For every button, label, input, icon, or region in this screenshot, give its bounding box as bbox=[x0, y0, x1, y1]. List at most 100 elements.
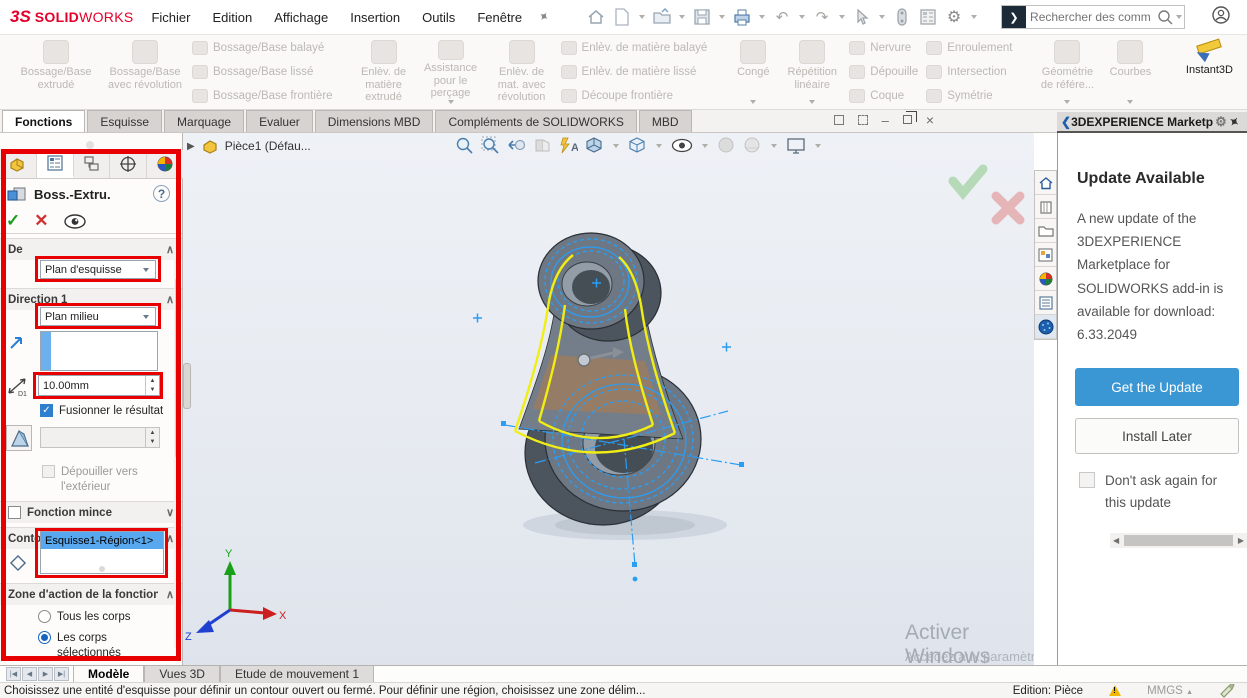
reverse-direction-icon[interactable] bbox=[8, 333, 26, 351]
undo-caret[interactable] bbox=[799, 15, 805, 19]
intersect-button[interactable]: Intersection bbox=[926, 65, 1012, 79]
select-caret[interactable] bbox=[879, 15, 885, 19]
menu-fenetre[interactable]: Fenêtre bbox=[477, 10, 522, 25]
scope-all-bodies-radio[interactable] bbox=[38, 610, 51, 623]
hscroll-right-arrow[interactable]: ▶ bbox=[1235, 536, 1247, 545]
wrap-button[interactable]: Enroulement bbox=[926, 41, 1012, 55]
thin-feature-chevron[interactable]: ∨ bbox=[166, 506, 174, 519]
curves-button[interactable]: Courbes bbox=[1102, 37, 1158, 107]
doc-close-icon[interactable]: × bbox=[926, 112, 934, 128]
tab-esquisse[interactable]: Esquisse bbox=[87, 110, 162, 132]
settings-caret[interactable] bbox=[971, 15, 977, 19]
depth-spinner[interactable]: ▲▼ bbox=[145, 376, 159, 395]
tags-pen-icon[interactable] bbox=[1219, 684, 1235, 698]
menu-edition[interactable]: Edition bbox=[212, 10, 252, 25]
tab-nav-last[interactable]: ▶| bbox=[54, 667, 69, 681]
rib-button[interactable]: Nervure bbox=[849, 41, 918, 55]
task-pane-header[interactable]: ❮ 3DEXPERIENCE Marketp ⚙ ✦ bbox=[1057, 112, 1247, 133]
depth-spin-down[interactable]: ▼ bbox=[146, 386, 159, 396]
pm-cancel-button[interactable]: ✕ bbox=[34, 211, 48, 231]
instant3d-button[interactable]: Instant3D bbox=[1174, 37, 1244, 107]
hole-wizard-caret[interactable] bbox=[448, 100, 454, 104]
section-thin-feature-header[interactable]: Fonction mince ∨ bbox=[0, 501, 182, 523]
linear-pattern-caret[interactable] bbox=[809, 100, 815, 104]
tab-nav-next[interactable]: ▶ bbox=[38, 667, 53, 681]
tab-complements[interactable]: Compléments de SOLIDWORKS bbox=[435, 110, 636, 132]
tab-nav-prev[interactable]: ◀ bbox=[22, 667, 37, 681]
boss-sweep-button[interactable]: Bossage/Base balayé bbox=[192, 41, 333, 55]
draft-button[interactable]: Dépouille bbox=[849, 65, 918, 79]
appearances-tab-icon[interactable] bbox=[1035, 267, 1056, 291]
new-document-caret[interactable] bbox=[639, 15, 645, 19]
magnetic-lines-icon[interactable] bbox=[891, 6, 913, 28]
tab-fonctions[interactable]: Fonctions bbox=[2, 110, 85, 132]
shell-button[interactable]: Coque bbox=[849, 89, 918, 103]
undo-icon[interactable]: ↶ bbox=[771, 6, 793, 28]
doc-restore-icon[interactable] bbox=[834, 115, 844, 125]
merge-result-checkbox[interactable]: ✓ bbox=[40, 404, 53, 417]
thin-feature-checkbox[interactable] bbox=[8, 506, 21, 519]
print-caret[interactable] bbox=[759, 15, 765, 19]
redo-caret[interactable] bbox=[839, 15, 845, 19]
select-cursor-icon[interactable] bbox=[851, 6, 873, 28]
tab-modele[interactable]: Modèle bbox=[73, 666, 144, 682]
linear-pattern-button[interactable]: Répétition linéaire bbox=[779, 37, 845, 107]
new-document-icon[interactable] bbox=[611, 6, 633, 28]
install-later-button[interactable]: Install Later bbox=[1075, 418, 1239, 454]
save-caret[interactable] bbox=[719, 15, 725, 19]
print-icon[interactable] bbox=[731, 6, 753, 28]
section-from-header[interactable]: De ∧ bbox=[0, 238, 182, 260]
boss-revolve-button[interactable]: Bossage/Base avec révolution bbox=[102, 37, 188, 107]
search-input[interactable] bbox=[1026, 10, 1156, 24]
task-pane-pin-icon[interactable]: ✦ bbox=[1226, 113, 1242, 130]
tab-configuration-manager[interactable] bbox=[74, 150, 111, 178]
doc-minimize-icon[interactable]: – bbox=[882, 113, 889, 128]
cut-sweep-button[interactable]: Enlèv. de matière balayé bbox=[561, 41, 708, 55]
boss-extrude-button[interactable]: Bossage/Base extrudé bbox=[10, 37, 102, 107]
scope-selected-bodies-radio[interactable] bbox=[38, 631, 51, 644]
menu-fichier[interactable]: Fichier bbox=[151, 10, 190, 25]
dont-ask-checkbox[interactable] bbox=[1079, 472, 1095, 488]
contours-chevron[interactable]: ∧ bbox=[166, 532, 174, 545]
mirror-button[interactable]: Symétrie bbox=[926, 89, 1012, 103]
redo-icon[interactable]: ↷ bbox=[811, 6, 833, 28]
tab-featuremanager-tree[interactable] bbox=[0, 150, 37, 178]
end-condition-dropdown[interactable]: Plan milieu bbox=[40, 307, 156, 326]
draft-angle-icon[interactable] bbox=[6, 425, 32, 451]
hscroll-left-arrow[interactable]: ◀ bbox=[1110, 536, 1122, 545]
listbox-resize-dot[interactable] bbox=[99, 566, 105, 572]
depth-input[interactable]: 10.00mm ▲▼ bbox=[38, 375, 160, 396]
dont-ask-row[interactable]: Don't ask again for this update bbox=[1079, 470, 1239, 513]
pm-scrollbar-thumb[interactable] bbox=[175, 278, 180, 458]
save-icon[interactable] bbox=[691, 6, 713, 28]
tab-dimensions-mbd[interactable]: Dimensions MBD bbox=[315, 110, 434, 132]
hole-wizard-button[interactable]: Assistance pour le perçage bbox=[415, 37, 487, 107]
scope-chevron[interactable]: ∧ bbox=[166, 588, 174, 601]
home-icon[interactable] bbox=[585, 6, 607, 28]
tab-nav-first[interactable]: |◀ bbox=[6, 667, 21, 681]
rebuild-warning-icon[interactable] bbox=[1109, 685, 1121, 696]
scope-all-bodies-row[interactable]: Tous les corps bbox=[38, 610, 131, 623]
model-connecting-rod[interactable]: Y X Z bbox=[183, 133, 1034, 665]
merge-result-row[interactable]: ✓ Fusionner le résultat bbox=[40, 404, 163, 417]
cut-loft-button[interactable]: Enlèv. de matière lissé bbox=[561, 65, 708, 79]
search-icon[interactable] bbox=[1156, 8, 1174, 26]
depth-value[interactable]: 10.00mm bbox=[39, 376, 145, 395]
boss-loft-button[interactable]: Bossage/Base lissé bbox=[192, 65, 333, 79]
contour-list-item[interactable]: Esquisse1-Région<1> bbox=[41, 532, 163, 549]
custom-properties-tab-icon[interactable] bbox=[1035, 291, 1056, 315]
tab-evaluer[interactable]: Evaluer bbox=[246, 110, 313, 132]
account-icon[interactable] bbox=[1211, 5, 1229, 29]
tab-marquage[interactable]: Marquage bbox=[164, 110, 244, 132]
tab-vues-3d[interactable]: Vues 3D bbox=[144, 666, 220, 682]
cut-extrude-button[interactable]: Enlèv. de matière extrudé bbox=[353, 37, 415, 107]
get-update-button[interactable]: Get the Update bbox=[1075, 368, 1239, 406]
units-selector[interactable]: MMGS ▲ bbox=[1147, 685, 1193, 697]
menu-affichage[interactable]: Affichage bbox=[274, 10, 328, 25]
design-library-tab-icon[interactable] bbox=[1035, 219, 1056, 243]
tab-etude-mouvement[interactable]: Etude de mouvement 1 bbox=[220, 666, 374, 682]
from-collapse-chevron[interactable]: ∧ bbox=[166, 243, 174, 256]
options-list-icon[interactable] bbox=[917, 6, 939, 28]
graphics-viewport[interactable]: ▶ Pièce1 (Défau... A bbox=[183, 133, 1034, 665]
depth-spin-up[interactable]: ▲ bbox=[146, 376, 159, 386]
